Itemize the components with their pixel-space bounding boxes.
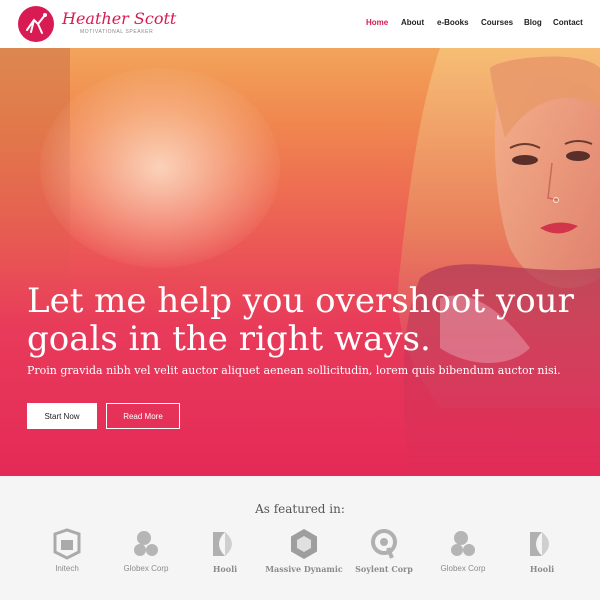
logo-label: Soylent Corp xyxy=(355,564,413,574)
featured-section: As featured in: Initech Globex Corp Hool… xyxy=(0,476,600,600)
nav-contact[interactable]: Contact xyxy=(553,18,583,27)
site-header: Heather Scott MOTIVATIONAL SPEAKER Home … xyxy=(0,0,600,48)
hero-sunlight-glow xyxy=(40,68,280,268)
globex-logo-icon xyxy=(451,531,475,556)
nav-about[interactable]: About xyxy=(401,18,424,27)
globex-logo-icon xyxy=(134,531,158,556)
logo-label: Hooli xyxy=(212,564,238,574)
soylent-logo-icon xyxy=(371,529,397,559)
nav-courses[interactable]: Courses xyxy=(481,18,513,27)
hooli-logo-icon xyxy=(213,532,232,556)
main-nav: Home About e-Books Courses Blog Contact xyxy=(0,18,600,32)
hero-headline: Let me help you overshoot your goals in … xyxy=(27,282,587,358)
read-more-button[interactable]: Read More xyxy=(106,403,180,429)
nav-ebooks[interactable]: e-Books xyxy=(437,18,469,27)
massive-dynamic-logo-icon xyxy=(291,529,317,559)
featured-logo-hooli[interactable]: Hooli xyxy=(185,528,265,578)
nav-home[interactable]: Home xyxy=(366,18,388,27)
initech-logo-icon xyxy=(53,528,81,560)
logo-label: Massive Dynamic xyxy=(265,564,343,574)
featured-logo-hooli-2[interactable]: Hooli xyxy=(502,528,582,578)
logo-label: Globex Corp xyxy=(123,564,169,573)
start-now-button[interactable]: Start Now xyxy=(27,403,97,429)
hero-subtext: Proin gravida nibh vel velit auctor aliq… xyxy=(27,364,561,377)
hero-section: Let me help you overshoot your goals in … xyxy=(0,48,600,476)
logo-label: Hooli xyxy=(529,564,555,574)
featured-logo-massive-dynamic[interactable]: Massive Dynamic xyxy=(264,528,344,578)
featured-logo-globex-2[interactable]: Globex Corp xyxy=(423,528,503,578)
hero-portrait-image xyxy=(398,48,600,476)
logo-label: Initech xyxy=(55,564,79,573)
featured-logo-globex[interactable]: Globex Corp xyxy=(106,528,186,578)
featured-title: As featured in: xyxy=(255,502,345,516)
hooli-logo-icon xyxy=(530,532,549,556)
hero-headline-line-1: Let me help you overshoot your xyxy=(27,281,574,321)
featured-logo-soylent[interactable]: Soylent Corp xyxy=(344,528,424,578)
featured-logo-initech[interactable]: Initech xyxy=(27,528,107,578)
hero-headline-line-2: goals in the right ways. xyxy=(27,319,431,359)
logo-label: Globex Corp xyxy=(440,564,486,573)
nav-blog[interactable]: Blog xyxy=(524,18,542,27)
